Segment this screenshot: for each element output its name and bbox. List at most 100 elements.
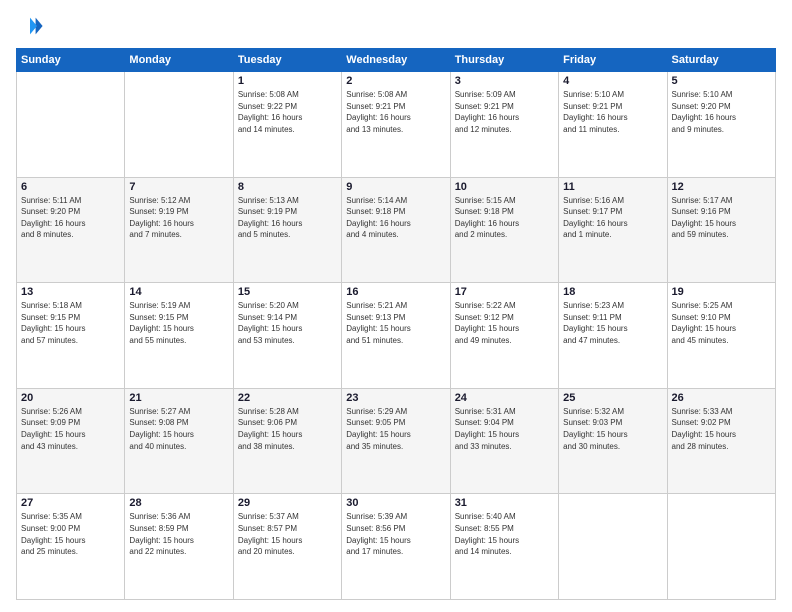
day-info: Sunrise: 5:26 AM Sunset: 9:09 PM Dayligh… (21, 406, 120, 452)
calendar-cell: 9 Sunrise: 5:14 AM Sunset: 9:18 PM Daylig… (342, 177, 450, 283)
calendar-cell: 20 Sunrise: 5:26 AM Sunset: 9:09 PM Dayli… (17, 388, 125, 494)
day-info: Sunrise: 5:32 AM Sunset: 9:03 PM Dayligh… (563, 406, 662, 452)
day-number: 14 (129, 286, 228, 298)
day-number: 10 (455, 181, 554, 193)
calendar-cell: 15Sunrise: 5:20 AM Sunset: 9:14 PM Dayli… (233, 283, 341, 389)
calendar-cell: 31Sunrise: 5:40 AM Sunset: 8:55 PM Dayli… (450, 494, 558, 600)
day-info: Sunrise: 5:11 AM Sunset: 9:20 PM Dayligh… (21, 195, 120, 241)
day-info: Sunrise: 5:08 AM Sunset: 9:22 PM Dayligh… (238, 89, 337, 135)
day-number: 9 (346, 181, 445, 193)
calendar-cell: 2 Sunrise: 5:08 AM Sunset: 9:21 PM Daylig… (342, 72, 450, 178)
calendar-cell: 27 Sunrise: 5:35 AM Sunset: 9:00 PM Dayli… (17, 494, 125, 600)
day-info: Sunrise: 5:10 AM Sunset: 9:20 PM Dayligh… (672, 89, 771, 135)
day-info: Sunrise: 5:33 AM Sunset: 9:02 PM Dayligh… (672, 406, 771, 452)
calendar-cell: 24 Sunrise: 5:31 AM Sunset: 9:04 PM Dayli… (450, 388, 558, 494)
weekday-header-sunday: Sunday (17, 49, 125, 72)
day-number: 12 (672, 181, 771, 193)
calendar-header-row: SundayMondayTuesdayWednesdayThursdayFrid… (17, 49, 776, 72)
day-info: Sunrise: 5:35 AM Sunset: 9:00 PM Dayligh… (21, 511, 120, 557)
calendar-cell: 30 Sunrise: 5:39 AM Sunset: 8:56 PM Dayli… (342, 494, 450, 600)
day-number: 20 (21, 392, 120, 404)
calendar-cell: 18 Sunrise: 5:23 AM Sunset: 9:11 PM Dayli… (559, 283, 667, 389)
calendar-cell: 22 Sunrise: 5:28 AM Sunset: 9:06 PM Dayli… (233, 388, 341, 494)
calendar-cell: 16Sunrise: 5:21 AM Sunset: 9:13 PM Dayli… (342, 283, 450, 389)
day-number: 19 (672, 286, 771, 298)
day-number: 18 (563, 286, 662, 298)
weekday-header-tuesday: Tuesday (233, 49, 341, 72)
day-info: Sunrise: 5:27 AM Sunset: 9:08 PM Dayligh… (129, 406, 228, 452)
page: SundayMondayTuesdayWednesdayThursdayFrid… (0, 0, 792, 612)
day-info: Sunrise: 5:28 AM Sunset: 9:06 PM Dayligh… (238, 406, 337, 452)
day-number: 8 (238, 181, 337, 193)
day-number: 31 (455, 497, 554, 509)
day-info: Sunrise: 5:13 AM Sunset: 9:19 PM Dayligh… (238, 195, 337, 241)
day-number: 28 (129, 497, 228, 509)
calendar-cell: 6 Sunrise: 5:11 AM Sunset: 9:20 PM Daylig… (17, 177, 125, 283)
weekday-header-saturday: Saturday (667, 49, 775, 72)
day-info: Sunrise: 5:31 AM Sunset: 9:04 PM Dayligh… (455, 406, 554, 452)
calendar-week-row: 1 Sunrise: 5:08 AM Sunset: 9:22 PM Daylig… (17, 72, 776, 178)
calendar-cell: 28 Sunrise: 5:36 AM Sunset: 8:59 PM Dayli… (125, 494, 233, 600)
calendar-cell: 1 Sunrise: 5:08 AM Sunset: 9:22 PM Daylig… (233, 72, 341, 178)
day-number: 11 (563, 181, 662, 193)
day-number: 4 (563, 75, 662, 87)
calendar-table: SundayMondayTuesdayWednesdayThursdayFrid… (16, 48, 776, 600)
calendar-cell: 26 Sunrise: 5:33 AM Sunset: 9:02 PM Dayli… (667, 388, 775, 494)
day-info: Sunrise: 5:16 AM Sunset: 9:17 PM Dayligh… (563, 195, 662, 241)
day-info: Sunrise: 5:17 AM Sunset: 9:16 PM Dayligh… (672, 195, 771, 241)
calendar-cell: 12 Sunrise: 5:17 AM Sunset: 9:16 PM Dayli… (667, 177, 775, 283)
calendar-cell: 3 Sunrise: 5:09 AM Sunset: 9:21 PM Daylig… (450, 72, 558, 178)
day-number: 17 (455, 286, 554, 298)
day-number: 5 (672, 75, 771, 87)
calendar-week-row: 20 Sunrise: 5:26 AM Sunset: 9:09 PM Dayli… (17, 388, 776, 494)
day-number: 13 (21, 286, 120, 298)
calendar-cell: 29 Sunrise: 5:37 AM Sunset: 8:57 PM Dayli… (233, 494, 341, 600)
calendar-cell (125, 72, 233, 178)
calendar-cell: 21 Sunrise: 5:27 AM Sunset: 9:08 PM Dayli… (125, 388, 233, 494)
day-info: Sunrise: 5:19 AM Sunset: 9:15 PM Dayligh… (129, 300, 228, 346)
calendar-cell: 4 Sunrise: 5:10 AM Sunset: 9:21 PM Daylig… (559, 72, 667, 178)
day-info: Sunrise: 5:39 AM Sunset: 8:56 PM Dayligh… (346, 511, 445, 557)
day-info: Sunrise: 5:36 AM Sunset: 8:59 PM Dayligh… (129, 511, 228, 557)
calendar-cell (559, 494, 667, 600)
calendar-cell: 8 Sunrise: 5:13 AM Sunset: 9:19 PM Daylig… (233, 177, 341, 283)
weekday-header-thursday: Thursday (450, 49, 558, 72)
day-number: 30 (346, 497, 445, 509)
day-info: Sunrise: 5:22 AM Sunset: 9:12 PM Dayligh… (455, 300, 554, 346)
day-number: 26 (672, 392, 771, 404)
day-number: 6 (21, 181, 120, 193)
day-number: 27 (21, 497, 120, 509)
day-number: 25 (563, 392, 662, 404)
day-number: 21 (129, 392, 228, 404)
day-info: Sunrise: 5:12 AM Sunset: 9:19 PM Dayligh… (129, 195, 228, 241)
calendar-cell: 23Sunrise: 5:29 AM Sunset: 9:05 PM Dayli… (342, 388, 450, 494)
day-number: 24 (455, 392, 554, 404)
weekday-header-wednesday: Wednesday (342, 49, 450, 72)
day-info: Sunrise: 5:15 AM Sunset: 9:18 PM Dayligh… (455, 195, 554, 241)
calendar-cell: 5 Sunrise: 5:10 AM Sunset: 9:20 PM Daylig… (667, 72, 775, 178)
day-info: Sunrise: 5:23 AM Sunset: 9:11 PM Dayligh… (563, 300, 662, 346)
calendar-cell (17, 72, 125, 178)
calendar-cell: 25 Sunrise: 5:32 AM Sunset: 9:03 PM Dayli… (559, 388, 667, 494)
day-number: 29 (238, 497, 337, 509)
logo (16, 12, 48, 40)
day-info: Sunrise: 5:25 AM Sunset: 9:10 PM Dayligh… (672, 300, 771, 346)
day-number: 7 (129, 181, 228, 193)
day-number: 1 (238, 75, 337, 87)
day-number: 2 (346, 75, 445, 87)
day-info: Sunrise: 5:14 AM Sunset: 9:18 PM Dayligh… (346, 195, 445, 241)
day-info: Sunrise: 5:21 AM Sunset: 9:13 PM Dayligh… (346, 300, 445, 346)
day-info: Sunrise: 5:09 AM Sunset: 9:21 PM Dayligh… (455, 89, 554, 135)
calendar-week-row: 6 Sunrise: 5:11 AM Sunset: 9:20 PM Daylig… (17, 177, 776, 283)
day-number: 23 (346, 392, 445, 404)
day-number: 22 (238, 392, 337, 404)
day-number: 15 (238, 286, 337, 298)
calendar-cell: 17 Sunrise: 5:22 AM Sunset: 9:12 PM Dayli… (450, 283, 558, 389)
day-info: Sunrise: 5:08 AM Sunset: 9:21 PM Dayligh… (346, 89, 445, 135)
day-info: Sunrise: 5:10 AM Sunset: 9:21 PM Dayligh… (563, 89, 662, 135)
calendar-cell: 10 Sunrise: 5:15 AM Sunset: 9:18 PM Dayli… (450, 177, 558, 283)
day-number: 3 (455, 75, 554, 87)
header (16, 12, 776, 40)
calendar-week-row: 13Sunrise: 5:18 AM Sunset: 9:15 PM Dayli… (17, 283, 776, 389)
day-info: Sunrise: 5:37 AM Sunset: 8:57 PM Dayligh… (238, 511, 337, 557)
